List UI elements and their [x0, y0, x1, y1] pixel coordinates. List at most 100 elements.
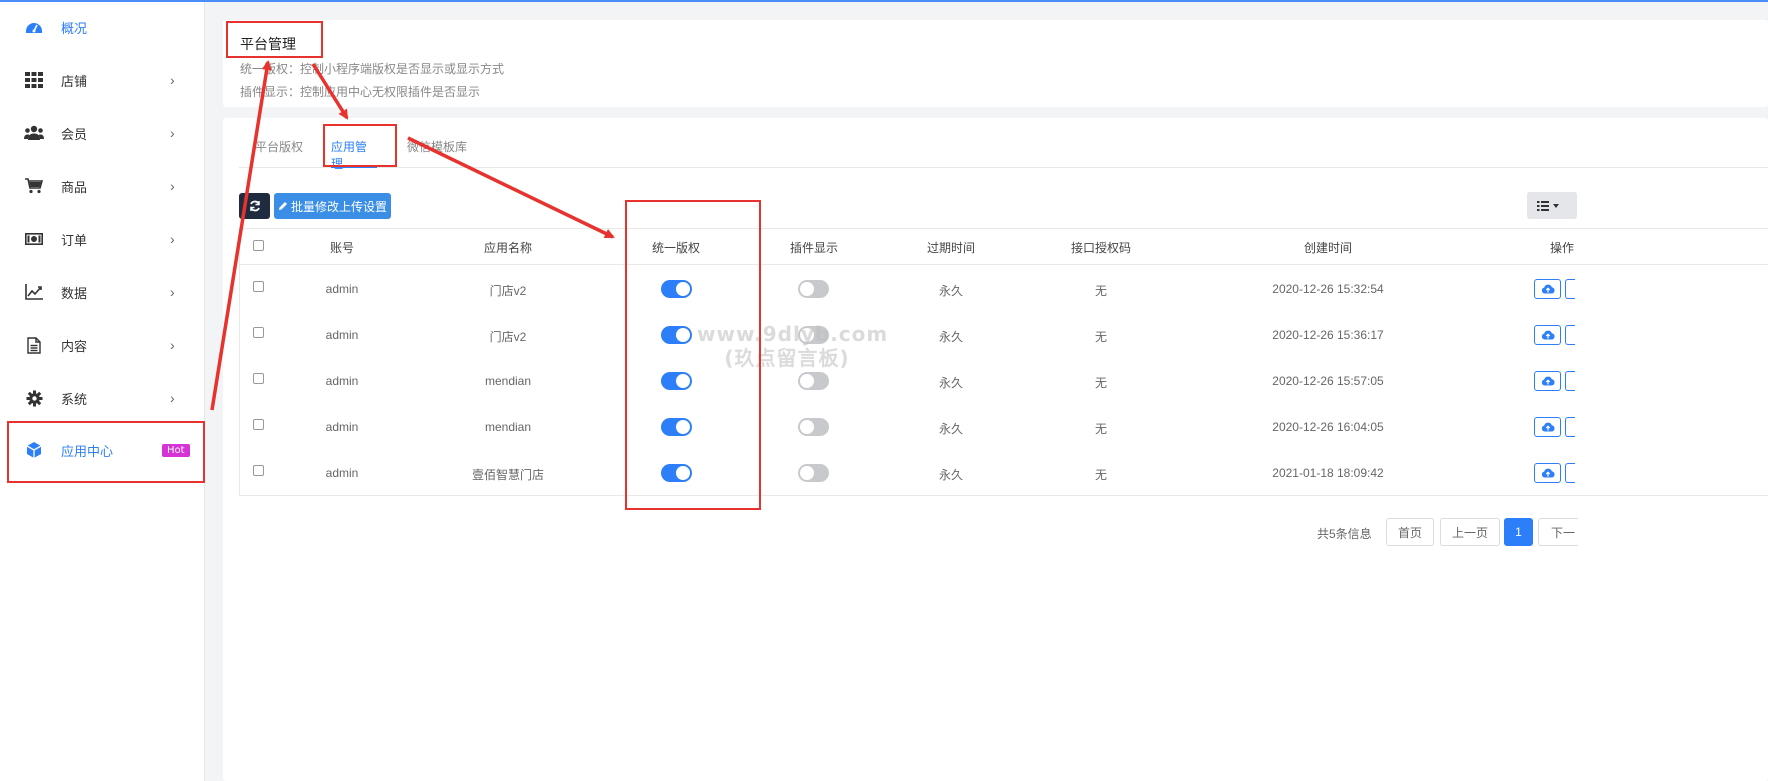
sidebar-item-overview[interactable]: 概况 [0, 7, 205, 47]
col-account[interactable]: 账号 [330, 239, 354, 256]
cell-created-time: 2020-12-26 15:32:54 [1272, 282, 1384, 296]
plugin-display-toggle[interactable] [798, 326, 829, 344]
upload-button[interactable] [1534, 463, 1561, 483]
cell-auth-code: 无 [1094, 376, 1108, 390]
cell-app-name: 门店v2 [489, 284, 527, 298]
upload-button[interactable] [1534, 417, 1561, 437]
refresh-icon [249, 200, 260, 212]
sidebar-item-store[interactable]: 店铺 › [0, 60, 205, 100]
tab-wechat-templates[interactable]: 微信模板库 [407, 138, 467, 168]
more-actions-button[interactable] [1565, 417, 1575, 437]
col-app-name[interactable]: 应用名称 [484, 239, 532, 256]
sidebar-item-content[interactable]: 内容 › [0, 325, 205, 365]
annotation-box-copyright-column [625, 200, 761, 510]
plugin-display-toggle[interactable] [798, 418, 829, 436]
row-checkbox[interactable] [253, 465, 264, 476]
list-icon [1537, 200, 1549, 211]
cell-auth-code: 无 [1094, 330, 1108, 344]
more-actions-button[interactable] [1565, 371, 1575, 391]
sidebar: 概况 店铺 › 会员 › 商品 › 订单 › 数据 › 内容 › 系统 › 应用… [0, 2, 205, 781]
cell-account: admin [325, 374, 359, 388]
cloud-upload-icon [1541, 330, 1555, 340]
sidebar-item-members[interactable]: 会员 › [0, 113, 205, 153]
platform-info-card: 平台管理 统一版权：控制小程序端版权是否显示或显示方式 插件显示：控制应用中心无… [223, 20, 1768, 107]
cell-app-name: 壹佰智慧门店 [471, 468, 545, 482]
sidebar-item-label: 概况 [61, 20, 88, 36]
table-row: admin 门店v2 永久 无 2020-12-26 15:36:17 [240, 312, 1768, 358]
more-actions-button[interactable] [1565, 463, 1575, 483]
sidebar-item-label: 店铺 [61, 73, 88, 89]
plugin-display-toggle[interactable] [798, 280, 829, 298]
select-all-checkbox[interactable] [253, 240, 264, 251]
chart-line-icon [24, 282, 44, 302]
plugin-display-toggle[interactable] [798, 372, 829, 390]
table-row: admin mendian 永久 无 2020-12-26 16:04:05 [240, 404, 1768, 450]
plugin-display-toggle[interactable] [798, 464, 829, 482]
top-accent-bar [0, 0, 1768, 2]
cloud-upload-icon [1541, 422, 1555, 432]
cell-app-name: 门店v2 [489, 330, 527, 344]
col-actions: 操作 [1550, 241, 1575, 255]
cell-app-name: mendian [484, 374, 532, 388]
chevron-right-icon: › [170, 337, 175, 353]
pencil-icon [278, 202, 287, 210]
upload-button[interactable] [1534, 371, 1561, 391]
annotation-box-tab [323, 124, 397, 167]
prev-page-button[interactable]: 上一页 [1440, 518, 1500, 546]
cloud-upload-icon [1541, 376, 1555, 386]
more-actions-button[interactable] [1565, 279, 1575, 299]
table-row: admin 门店v2 永久 无 2020-12-26 15:32:54 [240, 266, 1768, 312]
cell-created-time: 2021-01-18 18:09:42 [1272, 466, 1384, 480]
sidebar-item-products[interactable]: 商品 › [0, 166, 205, 206]
table-row: admin 壹佰智慧门店 永久 无 2021-01-18 18:09:42 [240, 450, 1768, 496]
grid-icon [24, 70, 44, 90]
cell-account: admin [325, 282, 359, 296]
col-expire-time[interactable]: 过期时间 [927, 239, 975, 256]
cell-auth-code: 无 [1094, 284, 1108, 298]
sidebar-item-label: 商品 [61, 179, 88, 195]
info-plugin-desc: 插件显示：控制应用中心无权限插件是否显示 [240, 85, 481, 99]
row-checkbox[interactable] [253, 327, 264, 338]
sidebar-item-data[interactable]: 数据 › [0, 272, 205, 312]
cell-expire-time: 永久 [938, 284, 964, 298]
sidebar-item-label: 订单 [61, 232, 88, 248]
cell-expire-time: 永久 [938, 468, 964, 482]
col-auth-code[interactable]: 接口授权码 [1071, 239, 1131, 256]
upload-button[interactable] [1534, 279, 1561, 299]
col-created-time[interactable]: 创建时间 [1304, 239, 1352, 256]
chevron-right-icon: › [170, 178, 175, 194]
apps-table: 账号 应用名称 统一版权 插件显示 过期时间 接口授权码 创建时间 操作 adm… [239, 228, 1768, 496]
gear-icon [24, 388, 44, 408]
cell-expire-time: 永久 [938, 422, 964, 436]
cell-account: admin [325, 420, 359, 434]
tab-platform-copyright[interactable]: 平台版权 [255, 138, 303, 168]
caret-down-icon [1553, 203, 1559, 208]
next-page-button[interactable]: 下一 [1538, 518, 1578, 546]
row-checkbox[interactable] [253, 281, 264, 292]
sidebar-item-label: 数据 [61, 285, 88, 301]
more-actions-button[interactable] [1565, 325, 1575, 345]
row-checkbox[interactable] [253, 373, 264, 384]
first-page-button[interactable]: 首页 [1386, 518, 1434, 546]
page-1-button[interactable]: 1 [1504, 518, 1533, 546]
row-checkbox[interactable] [253, 419, 264, 430]
sidebar-item-system[interactable]: 系统 › [0, 378, 205, 418]
upload-button[interactable] [1534, 325, 1561, 345]
chevron-right-icon: › [170, 284, 175, 300]
batch-edit-upload-button[interactable]: 批量修改上传设置 [274, 193, 391, 219]
sidebar-item-label: 系统 [61, 391, 88, 407]
cell-created-time: 2020-12-26 15:57:05 [1272, 374, 1384, 388]
pagination-info: 共5条信息 [1317, 527, 1372, 541]
annotation-box-title [226, 21, 323, 58]
cloud-upload-icon [1541, 468, 1555, 478]
tab-bar: 平台版权 应用管理 微信模板库 [239, 128, 1768, 171]
table-header: 账号 应用名称 统一版权 插件显示 过期时间 接口授权码 创建时间 操作 [240, 229, 1768, 265]
sidebar-item-orders[interactable]: 订单 › [0, 219, 205, 259]
cell-created-time: 2020-12-26 15:36:17 [1272, 328, 1384, 342]
cell-created-time: 2020-12-26 16:04:05 [1272, 420, 1384, 434]
columns-toggle-button[interactable] [1527, 192, 1577, 219]
info-copyright-desc: 统一版权：控制小程序端版权是否显示或显示方式 [240, 62, 505, 76]
sidebar-item-label: 会员 [61, 126, 88, 142]
col-plugin-display[interactable]: 插件显示 [790, 239, 838, 256]
refresh-button[interactable] [239, 193, 270, 219]
